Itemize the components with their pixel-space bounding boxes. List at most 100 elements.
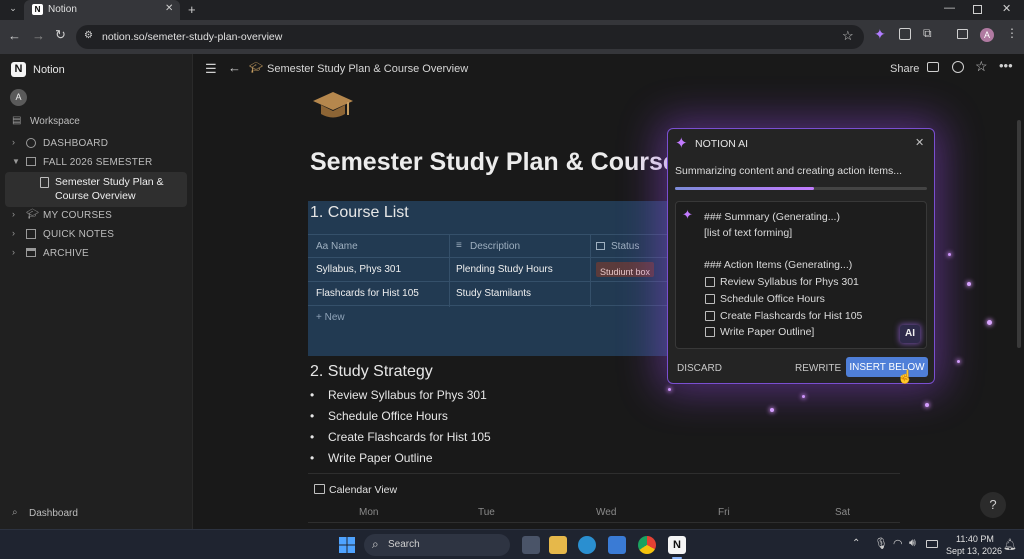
close-window-icon[interactable]: ✕: [1002, 2, 1011, 15]
table-row[interactable]: Syllabus, Phys 301 Plending Study Hours …: [308, 258, 668, 282]
taskbar-date[interactable]: Sept 13, 2026: [946, 546, 1002, 556]
sidebar-footer-dashboard[interactable]: ⌕ Dashboard: [12, 507, 132, 523]
restore-window-icon[interactable]: [973, 5, 982, 14]
back-arrow-icon[interactable]: ←: [8, 28, 21, 43]
new-tab-icon[interactable]: +: [188, 2, 196, 17]
column-header-name[interactable]: Aa Name: [316, 241, 358, 252]
list-item[interactable]: Write Paper Outline: [310, 451, 433, 465]
notification-bell-icon[interactable]: 🔔︎: [1003, 538, 1017, 551]
browser-menu-icon[interactable]: ⋮: [1006, 26, 1018, 40]
sidebar-item-archive[interactable]: › ARCHIVE: [0, 244, 193, 263]
course-list-database[interactable]: 1. Course List Aa Name ≡ Description Sta…: [308, 201, 668, 356]
bookmark-star-icon[interactable]: ☆: [842, 28, 854, 44]
insert-below-label: INSERT BELOW: [849, 362, 925, 373]
forward-arrow-icon[interactable]: →: [32, 28, 45, 43]
updates-icon[interactable]: [952, 61, 964, 73]
table-cell-name[interactable]: Syllabus, Phys 301: [316, 264, 401, 275]
battery-icon[interactable]: [926, 540, 938, 548]
chevron-right-icon[interactable]: ›: [12, 209, 22, 221]
checkbox[interactable]: [705, 327, 715, 337]
insert-below-button[interactable]: INSERT BELOW: [846, 357, 928, 377]
status-badge[interactable]: Studiunt box: [596, 262, 655, 277]
profile-avatar[interactable]: A: [980, 28, 994, 42]
tab-list-chevron-icon[interactable]: ⌄: [6, 3, 20, 17]
chevron-right-icon[interactable]: ›: [12, 247, 22, 259]
more-options-icon[interactable]: •••: [999, 58, 1013, 73]
chevron-right-icon[interactable]: ›: [12, 228, 22, 240]
checkbox[interactable]: [705, 277, 715, 287]
help-button[interactable]: ?: [980, 492, 1006, 518]
close-icon[interactable]: ✕: [915, 136, 924, 149]
extension-icon[interactable]: [899, 28, 911, 40]
site-info-icon[interactable]: ⚙: [84, 30, 93, 41]
divider: [308, 473, 900, 474]
breadcrumb-title[interactable]: Semester Study Plan & Course Overview: [267, 63, 468, 75]
store-icon[interactable]: [608, 536, 626, 554]
sidebar-item-quick-notes[interactable]: › QUICK NOTES: [0, 225, 193, 244]
reload-icon[interactable]: ↻: [55, 27, 66, 43]
sidebar-item-label-line2: Course Overview: [55, 190, 136, 202]
column-header-status[interactable]: Status: [611, 241, 639, 252]
list-item[interactable]: Create Flashcards for Hist 105: [310, 430, 491, 444]
favorite-star-icon[interactable]: ☆: [975, 58, 988, 75]
list-item[interactable]: Schedule Office Hours: [310, 409, 448, 423]
address-bar[interactable]: ⚙ notion.so/semeter-study-plan-overview …: [76, 25, 864, 49]
table-cell-description[interactable]: Study Stamilants: [456, 288, 531, 299]
checkbox[interactable]: [705, 294, 715, 304]
close-tab-icon[interactable]: ✕: [165, 3, 173, 14]
list-item[interactable]: Review Syllabus for Phys 301: [310, 388, 487, 402]
chevron-right-icon[interactable]: ›: [12, 137, 22, 149]
puzzle-extensions-icon[interactable]: ⧉: [923, 26, 932, 41]
share-button[interactable]: Share: [890, 63, 919, 75]
calendar-view-label[interactable]: Calendar View: [329, 484, 397, 496]
status-badge-text: Studiunt box: [600, 267, 651, 277]
chevron-down-icon[interactable]: ▼: [12, 157, 22, 169]
new-row-button[interactable]: + New: [316, 312, 345, 323]
sidebar-item-current-page[interactable]: Semester Study Plan & Course Overview: [5, 172, 187, 207]
table-header-row: Aa Name ≡ Description Status: [308, 234, 668, 307]
chrome-icon[interactable]: [638, 536, 656, 554]
browser-tab-bar: ⌄ N Notion ✕ + — ✕: [0, 0, 1024, 20]
volume-icon[interactable]: 🔊︎: [909, 537, 916, 550]
note-icon: [26, 229, 36, 239]
ai-badge: AI: [900, 325, 920, 343]
scrollbar[interactable]: [1017, 120, 1021, 348]
task-view-icon[interactable]: [522, 536, 540, 554]
edge-browser-icon[interactable]: [578, 536, 596, 554]
discard-button[interactable]: DISCARD: [677, 363, 722, 374]
windows-start-icon[interactable]: [338, 536, 356, 554]
ai-sparkle-icon: ✦: [675, 135, 688, 152]
sidebar-item-fall-semester[interactable]: ▼ FALL 2026 SEMESTER: [0, 153, 193, 172]
sidebar-toggle-icon[interactable]: [957, 29, 968, 39]
description-column-icon: ≡: [456, 240, 462, 251]
ai-sparkle-icon[interactable]: ✦: [874, 26, 886, 43]
notion-taskbar-icon[interactable]: N: [668, 536, 686, 554]
sparkle-decoration: [668, 388, 671, 391]
minimize-window-icon[interactable]: —: [944, 2, 955, 14]
microphone-icon[interactable]: 🎙︎: [874, 537, 888, 550]
user-avatar[interactable]: A: [10, 89, 27, 106]
browser-tab[interactable]: N Notion ✕: [24, 0, 180, 20]
sidebar-item-workspace[interactable]: ▤ Workspace: [0, 112, 193, 131]
table-cell-name[interactable]: Flashcards for Hist 105: [316, 288, 419, 299]
menu-icon[interactable]: ☰: [205, 61, 217, 77]
taskbar-time[interactable]: 11:40 PM: [956, 534, 994, 544]
comment-icon[interactable]: [927, 62, 939, 72]
sidebar-item-my-courses[interactable]: › 🎓︎ MY COURSES: [0, 206, 193, 225]
browser-toolbar: ← → ↻ ⚙ notion.so/semeter-study-plan-ove…: [0, 20, 1024, 54]
wifi-icon[interactable]: ◠: [893, 537, 903, 550]
taskbar-search[interactable]: ⌕ Search: [364, 534, 510, 556]
sidebar-item-dashboard[interactable]: › DASHBOARD: [0, 134, 193, 153]
column-header-description[interactable]: Description: [470, 241, 520, 252]
status-column-icon: [596, 242, 605, 250]
workspace-icon: ▤: [12, 115, 22, 126]
table-cell-description[interactable]: Plending Study Hours: [456, 264, 553, 275]
chevron-up-icon[interactable]: ⌃: [852, 538, 860, 549]
sidebar-item-label: Semester Study Plan &: [55, 176, 164, 188]
sparkle-decoration: [987, 320, 992, 325]
file-explorer-icon[interactable]: [549, 536, 567, 554]
checkbox[interactable]: [705, 311, 715, 321]
table-row[interactable]: Flashcards for Hist 105 Study Stamilants: [308, 282, 668, 306]
rewrite-button[interactable]: REWRITE: [795, 363, 841, 374]
back-icon[interactable]: ←: [228, 60, 241, 75]
